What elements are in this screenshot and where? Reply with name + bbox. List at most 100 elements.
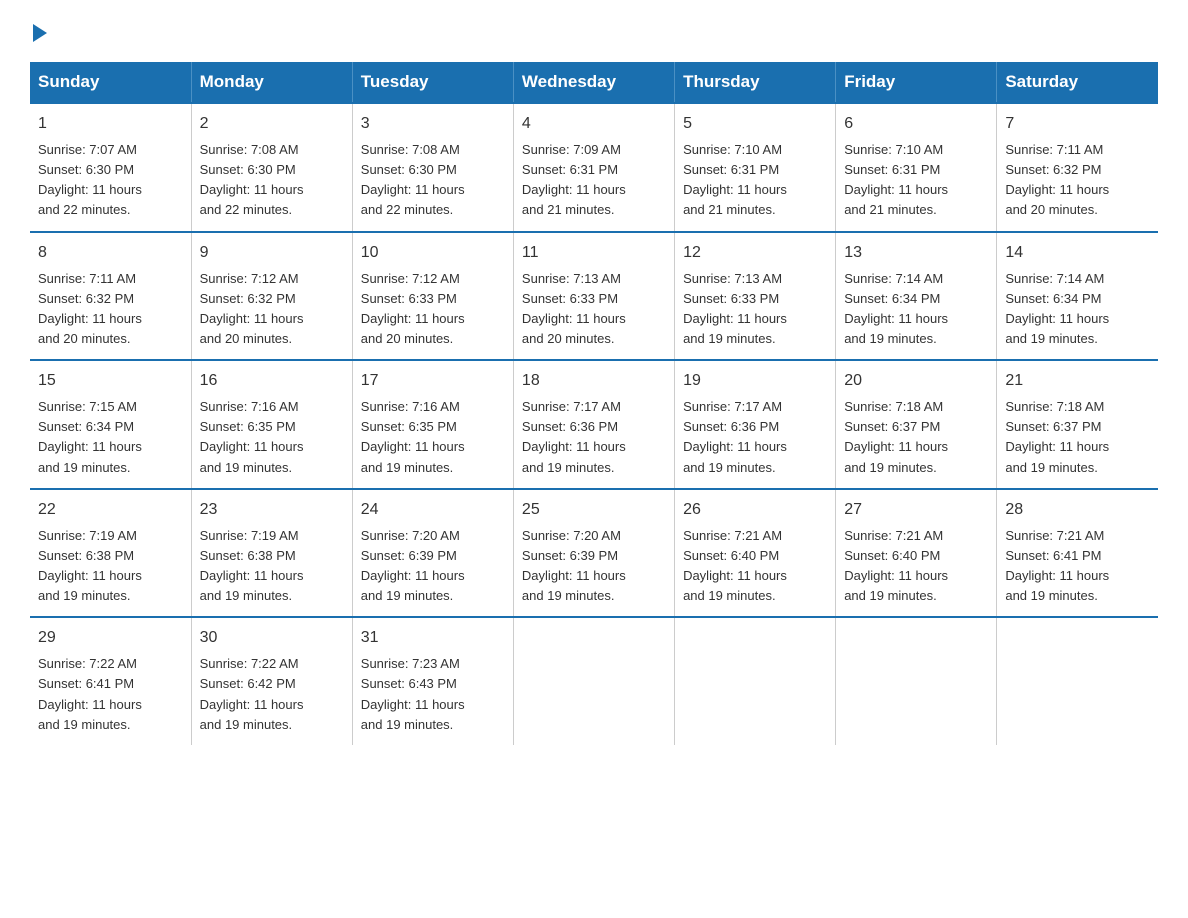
header-row: SundayMondayTuesdayWednesdayThursdayFrid… [30,62,1158,103]
day-number: 24 [361,498,505,522]
day-info: Sunrise: 7:12 AMSunset: 6:33 PMDaylight:… [361,269,505,350]
day-cell [836,617,997,745]
header-cell-wednesday: Wednesday [513,62,674,103]
day-cell: 11 Sunrise: 7:13 AMSunset: 6:33 PMDayligh… [513,232,674,361]
day-info: Sunrise: 7:23 AMSunset: 6:43 PMDaylight:… [361,654,505,735]
day-cell: 13Sunrise: 7:14 AMSunset: 6:34 PMDayligh… [836,232,997,361]
day-cell: 8 Sunrise: 7:11 AMSunset: 6:32 PMDaylight… [30,232,191,361]
day-cell [513,617,674,745]
day-cell: 19Sunrise: 7:17 AMSunset: 6:36 PMDayligh… [675,360,836,489]
day-info: Sunrise: 7:21 AMSunset: 6:41 PMDaylight:… [1005,526,1150,607]
day-info: Sunrise: 7:14 AMSunset: 6:34 PMDaylight:… [844,269,988,350]
day-cell: 5 Sunrise: 7:10 AMSunset: 6:31 PMDaylight… [675,103,836,232]
day-number: 11 [522,241,666,265]
day-info: Sunrise: 7:17 AMSunset: 6:36 PMDaylight:… [522,397,666,478]
day-info: Sunrise: 7:20 AMSunset: 6:39 PMDaylight:… [522,526,666,607]
day-info: Sunrise: 7:18 AMSunset: 6:37 PMDaylight:… [1005,397,1150,478]
day-cell: 15 Sunrise: 7:15 AMSunset: 6:34 PMDayligh… [30,360,191,489]
week-row-5: 29Sunrise: 7:22 AMSunset: 6:41 PMDayligh… [30,617,1158,745]
day-number: 8 [38,241,183,265]
calendar-table: SundayMondayTuesdayWednesdayThursdayFrid… [30,62,1158,745]
day-number: 12 [683,241,827,265]
day-info: Sunrise: 7:21 AMSunset: 6:40 PMDaylight:… [844,526,988,607]
day-info: Sunrise: 7:20 AMSunset: 6:39 PMDaylight:… [361,526,505,607]
day-number: 7 [1005,112,1150,136]
day-number: 28 [1005,498,1150,522]
day-info: Sunrise: 7:10 AMSunset: 6:31 PMDaylight:… [683,140,827,221]
day-info: Sunrise: 7:19 AMSunset: 6:38 PMDaylight:… [200,526,344,607]
header-cell-thursday: Thursday [675,62,836,103]
day-info: Sunrise: 7:12 AMSunset: 6:32 PMDaylight:… [200,269,344,350]
day-cell: 7 Sunrise: 7:11 AMSunset: 6:32 PMDaylight… [997,103,1158,232]
logo [30,20,47,42]
logo-triangle-icon [33,24,47,42]
day-cell [675,617,836,745]
day-number: 10 [361,241,505,265]
day-number: 1 [38,112,183,136]
day-number: 21 [1005,369,1150,393]
header-cell-tuesday: Tuesday [352,62,513,103]
day-cell: 10 Sunrise: 7:12 AMSunset: 6:33 PMDayligh… [352,232,513,361]
day-cell: 6Sunrise: 7:10 AMSunset: 6:31 PMDaylight… [836,103,997,232]
day-cell: 22 Sunrise: 7:19 AMSunset: 6:38 PMDayligh… [30,489,191,618]
day-info: Sunrise: 7:11 AMSunset: 6:32 PMDaylight:… [38,269,183,350]
day-number: 18 [522,369,666,393]
day-info: Sunrise: 7:19 AMSunset: 6:38 PMDaylight:… [38,526,183,607]
day-number: 26 [683,498,827,522]
day-info: Sunrise: 7:13 AMSunset: 6:33 PMDaylight:… [522,269,666,350]
day-cell: 2 Sunrise: 7:08 AMSunset: 6:30 PMDaylight… [191,103,352,232]
day-info: Sunrise: 7:18 AMSunset: 6:37 PMDaylight:… [844,397,988,478]
day-number: 5 [683,112,827,136]
page-header [30,20,1158,42]
day-info: Sunrise: 7:16 AMSunset: 6:35 PMDaylight:… [200,397,344,478]
day-cell: 1 Sunrise: 7:07 AMSunset: 6:30 PMDaylight… [30,103,191,232]
week-row-1: 1 Sunrise: 7:07 AMSunset: 6:30 PMDaylight… [30,103,1158,232]
day-number: 25 [522,498,666,522]
day-number: 20 [844,369,988,393]
week-row-3: 15 Sunrise: 7:15 AMSunset: 6:34 PMDayligh… [30,360,1158,489]
day-cell: 25 Sunrise: 7:20 AMSunset: 6:39 PMDayligh… [513,489,674,618]
day-cell: 27 Sunrise: 7:21 AMSunset: 6:40 PMDayligh… [836,489,997,618]
day-info: Sunrise: 7:08 AMSunset: 6:30 PMDaylight:… [200,140,344,221]
day-number: 27 [844,498,988,522]
day-number: 14 [1005,241,1150,265]
day-cell: 29Sunrise: 7:22 AMSunset: 6:41 PMDayligh… [30,617,191,745]
day-info: Sunrise: 7:21 AMSunset: 6:40 PMDaylight:… [683,526,827,607]
day-info: Sunrise: 7:16 AMSunset: 6:35 PMDaylight:… [361,397,505,478]
day-number: 16 [200,369,344,393]
day-number: 2 [200,112,344,136]
header-cell-friday: Friday [836,62,997,103]
day-info: Sunrise: 7:22 AMSunset: 6:41 PMDaylight:… [38,654,183,735]
day-number: 23 [200,498,344,522]
day-number: 22 [38,498,183,522]
day-info: Sunrise: 7:08 AMSunset: 6:30 PMDaylight:… [361,140,505,221]
header-cell-sunday: Sunday [30,62,191,103]
day-info: Sunrise: 7:07 AMSunset: 6:30 PMDaylight:… [38,140,183,221]
day-cell: 18 Sunrise: 7:17 AMSunset: 6:36 PMDayligh… [513,360,674,489]
day-cell: 17 Sunrise: 7:16 AMSunset: 6:35 PMDayligh… [352,360,513,489]
day-cell [997,617,1158,745]
day-cell: 26 Sunrise: 7:21 AMSunset: 6:40 PMDayligh… [675,489,836,618]
day-cell: 3 Sunrise: 7:08 AMSunset: 6:30 PMDaylight… [352,103,513,232]
day-number: 3 [361,112,505,136]
day-number: 9 [200,241,344,265]
day-cell: 24 Sunrise: 7:20 AMSunset: 6:39 PMDayligh… [352,489,513,618]
day-cell: 23 Sunrise: 7:19 AMSunset: 6:38 PMDayligh… [191,489,352,618]
day-cell: 9 Sunrise: 7:12 AMSunset: 6:32 PMDaylight… [191,232,352,361]
day-number: 6 [844,112,988,136]
day-number: 17 [361,369,505,393]
calendar-header: SundayMondayTuesdayWednesdayThursdayFrid… [30,62,1158,103]
day-cell: 16 Sunrise: 7:16 AMSunset: 6:35 PMDayligh… [191,360,352,489]
day-cell: 31 Sunrise: 7:23 AMSunset: 6:43 PMDayligh… [352,617,513,745]
day-number: 31 [361,626,505,650]
week-row-4: 22 Sunrise: 7:19 AMSunset: 6:38 PMDayligh… [30,489,1158,618]
header-cell-monday: Monday [191,62,352,103]
day-cell: 12Sunrise: 7:13 AMSunset: 6:33 PMDayligh… [675,232,836,361]
day-info: Sunrise: 7:15 AMSunset: 6:34 PMDaylight:… [38,397,183,478]
day-cell: 21 Sunrise: 7:18 AMSunset: 6:37 PMDayligh… [997,360,1158,489]
day-info: Sunrise: 7:14 AMSunset: 6:34 PMDaylight:… [1005,269,1150,350]
day-info: Sunrise: 7:11 AMSunset: 6:32 PMDaylight:… [1005,140,1150,221]
day-number: 15 [38,369,183,393]
day-number: 19 [683,369,827,393]
day-info: Sunrise: 7:22 AMSunset: 6:42 PMDaylight:… [200,654,344,735]
